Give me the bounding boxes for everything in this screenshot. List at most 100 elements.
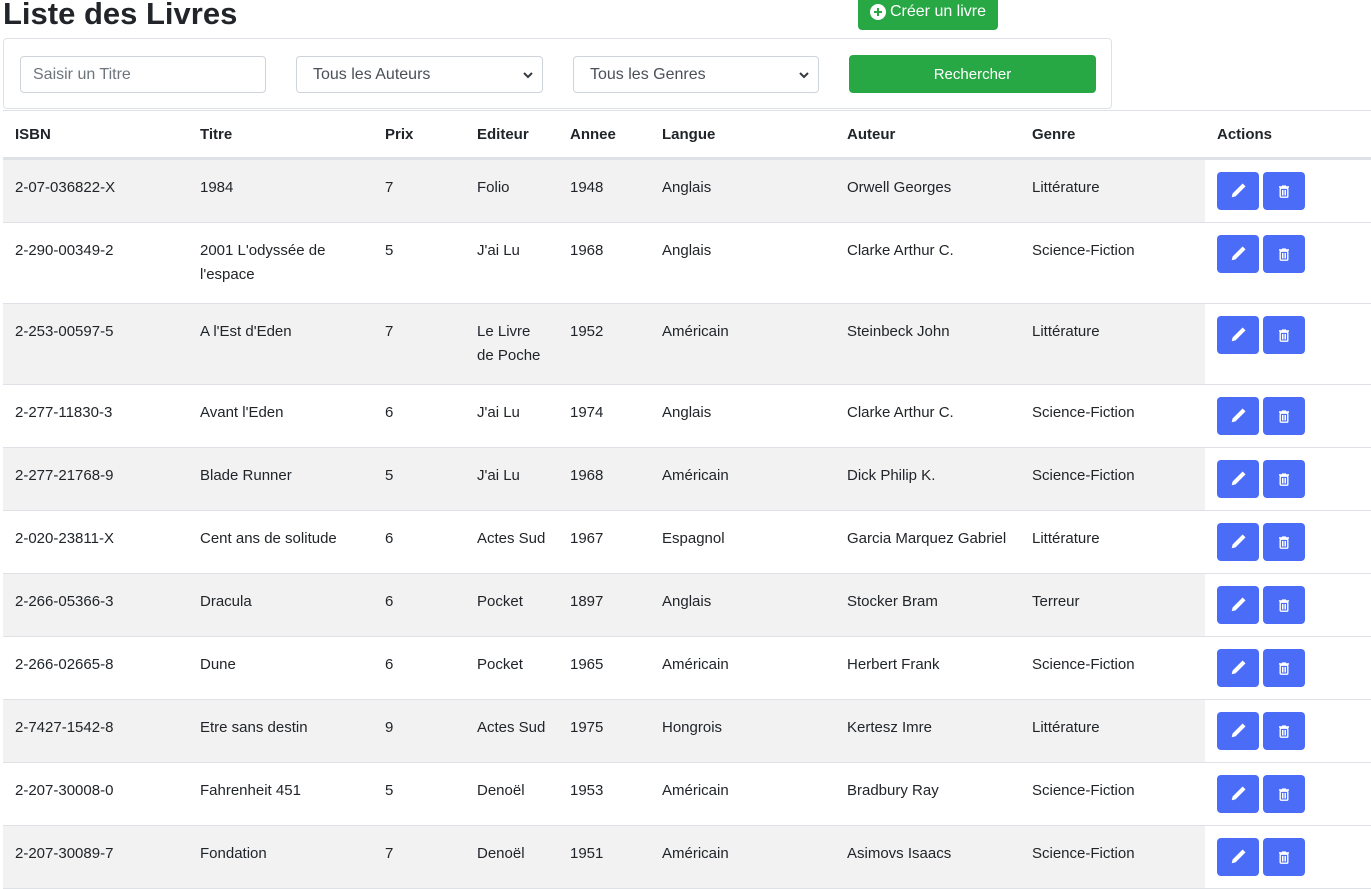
genre-select[interactable]: Tous les Genres [573, 56, 819, 93]
cell-prix: 6 [373, 384, 465, 448]
title-search-input[interactable] [20, 56, 266, 93]
trash-icon [1276, 246, 1292, 262]
cell-auteur: Stocker Bram [835, 573, 1020, 637]
delete-book-button[interactable] [1263, 649, 1305, 687]
edit-book-button[interactable] [1217, 235, 1259, 273]
delete-book-button[interactable] [1263, 460, 1305, 498]
cell-editeur: Le Livre de Poche [465, 303, 558, 385]
edit-book-button[interactable] [1217, 316, 1259, 354]
cell-prix: 7 [373, 303, 465, 385]
delete-book-button[interactable] [1263, 523, 1305, 561]
cell-langue: Hongrois [650, 699, 835, 763]
cell-annee: 1968 [558, 447, 650, 511]
cell-isbn: 2-266-05366-3 [3, 573, 188, 637]
pencil-icon [1229, 533, 1247, 551]
cell-editeur: J'ai Lu [465, 222, 558, 304]
delete-book-button[interactable] [1263, 397, 1305, 435]
edit-book-button[interactable] [1217, 712, 1259, 750]
edit-book-button[interactable] [1217, 586, 1259, 624]
edit-book-button[interactable] [1217, 838, 1259, 876]
delete-book-button[interactable] [1263, 838, 1305, 876]
cell-titre: Dracula [188, 573, 373, 637]
delete-book-button[interactable] [1263, 712, 1305, 750]
table-row: 2-207-30008-0 Fahrenheit 451 5 Denoël 1953 Am… [3, 762, 1371, 826]
column-header-prix: Prix [373, 110, 465, 160]
cell-actions [1205, 699, 1371, 763]
table-row: 2-277-11830-3 Avant l'Eden 6 J'ai Lu 1974 Ang… [3, 384, 1371, 448]
cell-genre: Littérature [1020, 699, 1205, 763]
cell-isbn: 2-020-23811-X [3, 510, 188, 574]
table-row: 2-266-02665-8 Dune 6 Pocket 1965 Américain Her… [3, 636, 1371, 700]
cell-editeur: Denoël [465, 762, 558, 826]
delete-book-button[interactable] [1263, 586, 1305, 624]
trash-icon [1276, 786, 1292, 802]
cell-editeur: Actes Sud [465, 510, 558, 574]
column-header-actions: Actions [1205, 110, 1371, 160]
pencil-icon [1229, 326, 1247, 344]
edit-book-button[interactable] [1217, 397, 1259, 435]
edit-book-button[interactable] [1217, 523, 1259, 561]
table-row: 2-7427-1542-8 Etre sans destin 9 Actes Sud 1… [3, 699, 1371, 763]
cell-titre: 2001 L'odyssée de l'espace [188, 222, 373, 304]
cell-annee: 1948 [558, 158, 650, 223]
cell-auteur: Clarke Arthur C. [835, 384, 1020, 448]
cell-langue: Anglais [650, 573, 835, 637]
cell-editeur: J'ai Lu [465, 384, 558, 448]
pencil-icon [1229, 659, 1247, 677]
chevron-down-icon [523, 71, 533, 78]
trash-icon [1276, 660, 1292, 676]
cell-isbn: 2-207-30089-7 [3, 825, 188, 889]
author-select[interactable]: Tous les Auteurs [296, 56, 543, 93]
books-table: ISBN Titre Prix Editeur Annee Langue Aut… [3, 110, 1371, 889]
cell-langue: Américain [650, 447, 835, 511]
edit-book-button[interactable] [1217, 460, 1259, 498]
column-header-isbn: ISBN [3, 110, 188, 160]
cell-annee: 1965 [558, 636, 650, 700]
cell-langue: Anglais [650, 384, 835, 448]
table-row: 2-253-00597-5 A l'Est d'Eden 7 Le Livre de … [3, 303, 1371, 385]
cell-annee: 1953 [558, 762, 650, 826]
cell-actions [1205, 573, 1371, 637]
delete-book-button[interactable] [1263, 316, 1305, 354]
cell-prix: 6 [373, 573, 465, 637]
cell-actions [1205, 762, 1371, 826]
trash-icon [1276, 471, 1292, 487]
cell-editeur: Pocket [465, 636, 558, 700]
cell-genre: Science-Fiction [1020, 636, 1205, 700]
cell-genre: Terreur [1020, 573, 1205, 637]
pencil-icon [1229, 245, 1247, 263]
pencil-icon [1229, 470, 1247, 488]
cell-titre: A l'Est d'Eden [188, 303, 373, 385]
trash-icon [1276, 408, 1292, 424]
cell-langue: Américain [650, 636, 835, 700]
cell-auteur: Clarke Arthur C. [835, 222, 1020, 304]
search-button[interactable]: Rechercher [849, 55, 1096, 93]
edit-book-button[interactable] [1217, 172, 1259, 210]
cell-isbn: 2-290-00349-2 [3, 222, 188, 304]
cell-isbn: 2-207-30008-0 [3, 762, 188, 826]
page-title: Liste des Livres [3, 0, 238, 31]
delete-book-button[interactable] [1263, 172, 1305, 210]
cell-langue: Américain [650, 825, 835, 889]
trash-icon [1276, 327, 1292, 343]
cell-titre: Blade Runner [188, 447, 373, 511]
cell-editeur: Pocket [465, 573, 558, 637]
edit-book-button[interactable] [1217, 775, 1259, 813]
column-header-auteur: Auteur [835, 110, 1020, 160]
pencil-icon [1229, 785, 1247, 803]
cell-annee: 1967 [558, 510, 650, 574]
column-header-genre: Genre [1020, 110, 1205, 160]
delete-book-button[interactable] [1263, 775, 1305, 813]
genre-select-value: Tous les Genres [590, 65, 706, 83]
edit-book-button[interactable] [1217, 649, 1259, 687]
cell-prix: 5 [373, 447, 465, 511]
trash-icon [1276, 849, 1292, 865]
column-header-langue: Langue [650, 110, 835, 160]
cell-auteur: Asimovs Isaacs [835, 825, 1020, 889]
cell-genre: Science-Fiction [1020, 447, 1205, 511]
delete-book-button[interactable] [1263, 235, 1305, 273]
table-header-row: ISBN Titre Prix Editeur Annee Langue Aut… [3, 110, 1371, 160]
cell-auteur: Dick Philip K. [835, 447, 1020, 511]
cell-actions [1205, 222, 1371, 304]
create-book-button[interactable]: Créer un livre [858, 0, 998, 30]
